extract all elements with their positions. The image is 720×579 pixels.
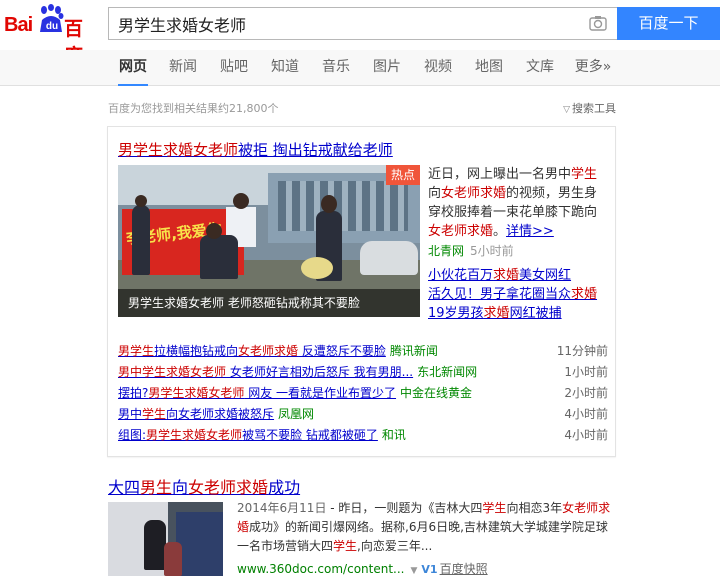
details-link[interactable]: 详情>> [506,224,554,239]
tab-tieba[interactable]: 贴吧 [219,50,249,86]
v1-badge-icon: V1 [421,563,438,576]
related-news-link[interactable]: 活久见！男子拿花圈当众求婚 [428,283,597,302]
logo-bai-text: Bai [4,14,33,36]
tab-web[interactable]: 网页 [118,50,148,86]
news-list-item[interactable]: 男中学生求婚女老师 女老师好言相劝后怒斥 我有男朋... 东北新闻网 1小时前 [118,363,608,384]
tab-video[interactable]: 视频 [423,50,453,86]
dropdown-arrow-icon[interactable]: ▼ [411,566,418,576]
result-count: 百度为您找到相关结果约21,800个 [108,102,279,115]
search-input[interactable] [109,8,579,39]
tab-news[interactable]: 新闻 [168,50,198,86]
result-thumbnail[interactable] [108,502,223,576]
news-list-item[interactable]: 组图:男学生求婚女老师被骂不要脸 钻戒都被砸了 和讯 4小时前 [118,426,608,447]
tab-zhidao[interactable]: 知道 [270,50,300,86]
header: Bai du 百度 百度一下 [0,0,720,67]
news-list: 男学生拉横幅抱钻戒向女老师求婚 反遭怒斥不要脸 腾讯新闻 11分钟前 男中学生求婚女… [118,342,608,447]
news-summary: 近日，网上曝出一名男中学生向女老师求婚的视频，男生身穿校服捧着一束花单膝下跪向女… [428,167,598,239]
tab-more[interactable]: 更多» [572,50,614,86]
news-list-item[interactable]: 摆拍?男学生求婚女老师 网友 一看就是作业布置少了 中金在线黄金 2小时前 [118,384,608,405]
news-list-item[interactable]: 男中学生向女老师求婚被怒斥 凤凰网 4小时前 [118,405,608,426]
photo-caption: 男学生求婚女老师 老师怒砸钻戒称其不要脸 [118,289,420,317]
news-photo[interactable]: 李老师,我爱你 男学生求婚女老师 老师怒砸钻戒称其不要脸 [118,165,420,317]
search-tools[interactable]: 搜索工具 [563,100,616,116]
result-url-line: www.360doc.com/content... ▼ V1 百度快照 [237,560,488,577]
camera-icon[interactable] [589,15,607,31]
result-abstract: 2014年6月11日 - 昨日，一则题为《吉林大四学生向相恋3年女老师求婚成功》… [237,501,611,553]
logo-du-text: du [45,21,59,32]
related-news-link[interactable]: 19岁男孩求婚网红被捕 [428,302,562,321]
baidu-logo[interactable]: Bai du 百度 [4,4,100,67]
tab-map[interactable]: 地图 [474,50,504,86]
related-news-link[interactable]: 小伙花百万求婚美女网红 [428,264,571,283]
hot-badge: 热点 [386,165,420,185]
news-card: 男学生求婚女老师被拒 掏出钻戒献给老师 李老师,我爱你 男学生求婚女老师 老师怒… [107,126,616,457]
snapshot-link[interactable]: 百度快照 [440,562,488,576]
tab-images[interactable]: 图片 [372,50,402,86]
tab-wenku[interactable]: 文库 [525,50,555,86]
tab-music[interactable]: 音乐 [321,50,351,86]
result-url: www.360doc.com/content... [237,562,405,576]
nav-tabs: 网页 新闻 贴吧 知道 音乐 图片 视频 地图 文库 更多» [0,50,720,86]
search-button[interactable]: 百度一下 [617,7,720,40]
news-list-item[interactable]: 男学生拉横幅抱钻戒向女老师求婚 反遭怒斥不要脸 腾讯新闻 11分钟前 [118,342,608,363]
news-source-line: 北青网 5小时前 [428,244,514,258]
search-box [108,7,617,40]
result-title[interactable]: 大四男生向女老师求婚成功 [108,474,300,498]
news-card-title[interactable]: 男学生求婚女老师被拒 掏出钻戒献给老师 [118,139,393,160]
